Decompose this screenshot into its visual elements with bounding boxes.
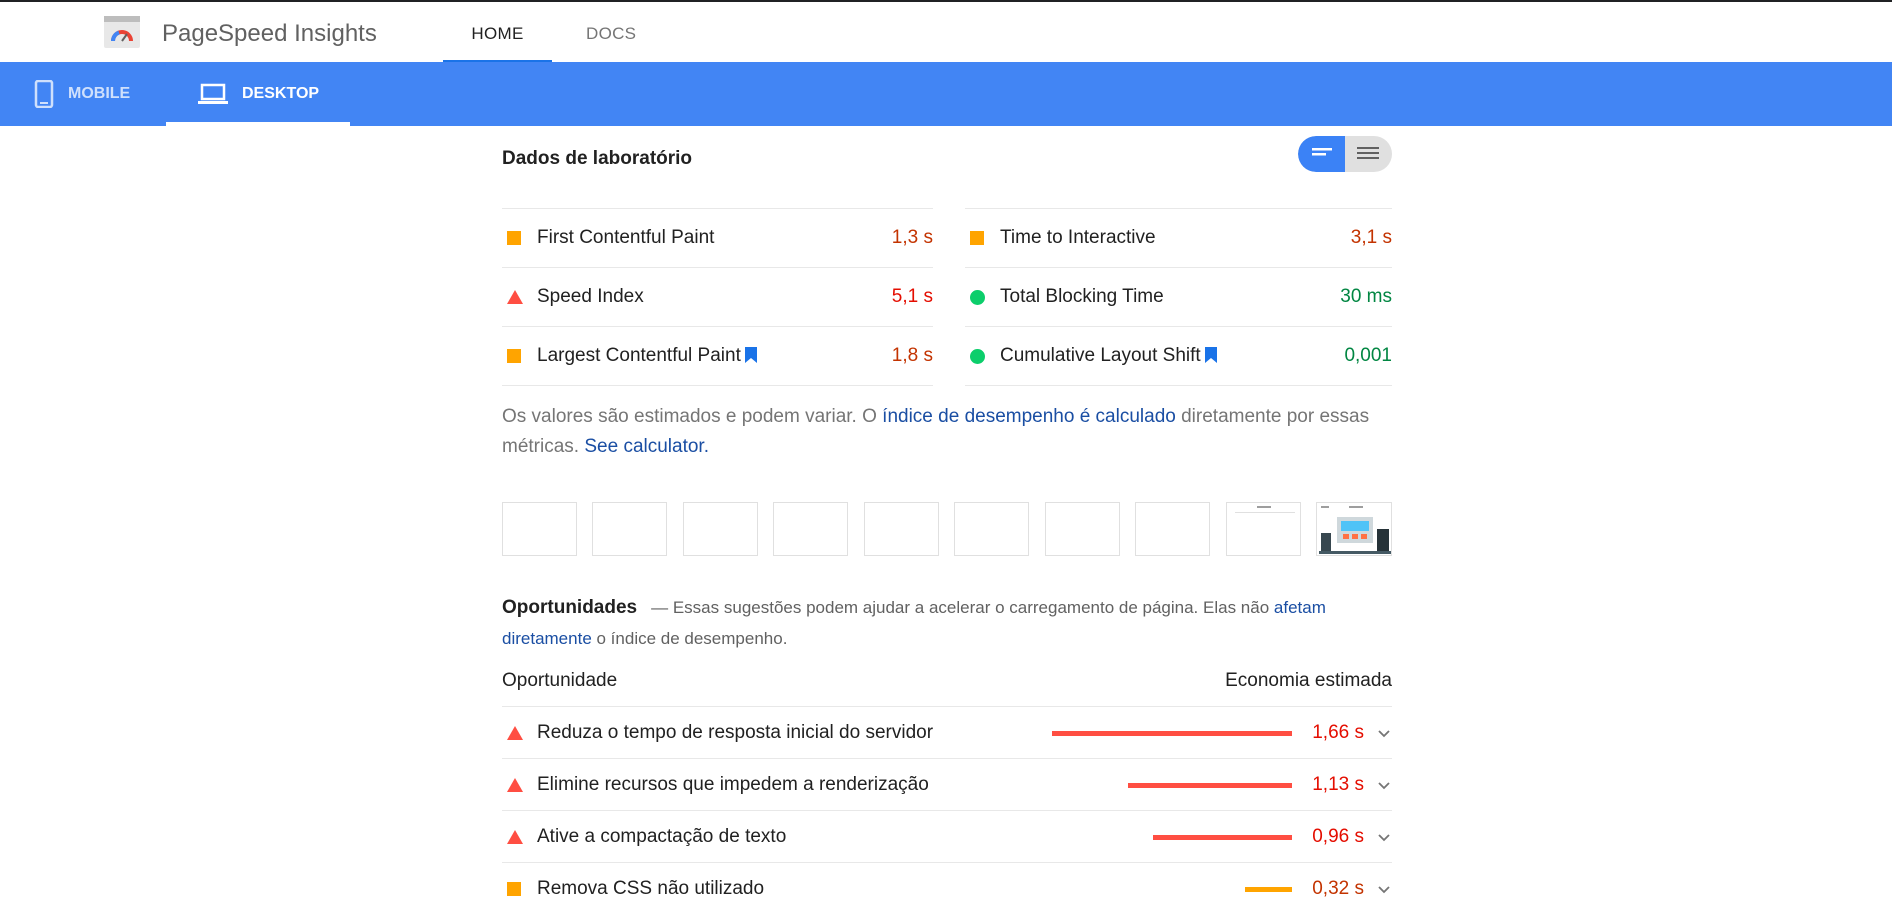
fail-triangle-icon	[507, 290, 523, 304]
filmstrip-frame	[1135, 502, 1210, 556]
nav-tab-home[interactable]: HOME	[443, 24, 552, 44]
bookmark-icon[interactable]	[1204, 347, 1217, 363]
opportunity-saving: 0,96 s	[1312, 826, 1364, 847]
metric-cumulative-layout-shift: Cumulative Layout Shift 0,001	[965, 326, 1392, 385]
divider	[965, 385, 1392, 386]
savings-bar	[1153, 835, 1292, 840]
metric-value: 3,1 s	[1350, 227, 1392, 248]
opportunity-row[interactable]: Elimine recursos que impedem a renderiza…	[502, 759, 1392, 811]
pass-circle-icon	[970, 290, 985, 305]
app-title: PageSpeed Insights	[162, 20, 377, 47]
filmstrip-thumbnail	[1235, 506, 1295, 513]
opportunity-saving: 0,32 s	[1312, 878, 1364, 899]
filmstrip-thumbnail	[1319, 506, 1391, 554]
metric-name: Cumulative Layout Shift	[1000, 345, 1201, 366]
device-active-indicator	[166, 122, 350, 126]
metric-value: 5,1 s	[891, 286, 933, 307]
savings-bar	[1245, 887, 1292, 892]
opportunity-name: Remova CSS não utilizado	[537, 878, 765, 899]
opportunities-description: — Essas sugestões podem ajudar a acelera…	[651, 598, 1274, 617]
note-text: Os valores são estimados e podem variar.…	[502, 406, 883, 427]
lab-data-title: Dados de laboratório	[502, 148, 693, 169]
filmstrip-frame	[864, 502, 939, 556]
expanded-list-icon	[1357, 147, 1379, 159]
savings-bar	[1052, 731, 1292, 736]
filmstrip-frame	[592, 502, 667, 556]
pass-circle-icon	[970, 349, 985, 364]
metric-speed-index: Speed Index 5,1 s	[502, 267, 933, 326]
tab-desktop[interactable]: DESKTOP	[166, 62, 350, 126]
opportunity-row[interactable]: Remova CSS não utilizado 0,32 s	[502, 863, 1392, 913]
filmstrip-frame	[1045, 502, 1120, 556]
lab-data-note: Os valores são estimados e podem variar.…	[502, 402, 1392, 462]
chevron-down-icon[interactable]	[1376, 725, 1392, 741]
opportunity-saving: 1,13 s	[1312, 774, 1364, 795]
savings-bar	[1128, 783, 1292, 788]
metric-name: Time to Interactive	[1000, 227, 1156, 248]
filmstrip-frame	[502, 502, 577, 556]
chevron-down-icon[interactable]	[1376, 881, 1392, 897]
average-square-icon	[507, 231, 521, 245]
tab-mobile-label: MOBILE	[68, 85, 131, 102]
fail-triangle-icon	[507, 778, 523, 792]
average-square-icon	[507, 349, 521, 363]
toggle-expanded-view[interactable]	[1345, 136, 1392, 172]
metric-first-contentful-paint: First Contentful Paint 1,3 s	[502, 208, 933, 267]
divider	[502, 385, 933, 386]
column-estimated-savings: Economia estimada	[1225, 670, 1392, 691]
opportunities-title: Oportunidades	[502, 597, 638, 618]
chevron-down-icon[interactable]	[1376, 829, 1392, 845]
filmstrip-frame	[773, 502, 848, 556]
average-square-icon	[507, 882, 521, 896]
toggle-compact-view[interactable]	[1298, 136, 1345, 172]
filmstrip	[502, 502, 1392, 556]
filmstrip-frame	[683, 502, 758, 556]
metric-value: 1,3 s	[891, 227, 933, 248]
performance-score-link[interactable]: índice de desempenho é calculado	[882, 406, 1176, 427]
metric-total-blocking-time: Total Blocking Time 30 ms	[965, 267, 1392, 326]
app-bar: PageSpeed Insights HOME DOCS	[0, 2, 1892, 63]
nav-tab-docs[interactable]: DOCS	[586, 24, 636, 44]
see-calculator-link[interactable]: See calculator.	[584, 436, 709, 457]
opportunity-row[interactable]: Ative a compactação de texto 0,96 s	[502, 811, 1392, 863]
pagespeed-logo-icon	[104, 16, 140, 48]
laptop-icon	[198, 83, 228, 104]
metric-name-wrap: Largest Contentful Paint	[537, 345, 757, 367]
metric-value: 0,001	[1344, 345, 1392, 366]
opportunities-header: Oportunidades — Essas sugestões podem aju…	[502, 592, 1392, 654]
metric-name: Speed Index	[537, 286, 644, 307]
metric-name: Largest Contentful Paint	[537, 345, 741, 366]
tab-mobile[interactable]: MOBILE	[34, 62, 130, 126]
metric-time-to-interactive: Time to Interactive 3,1 s	[965, 208, 1392, 267]
opportunities-description: o índice de desempenho.	[591, 629, 788, 648]
device-tab-bar: MOBILE DESKTOP	[0, 62, 1892, 126]
filmstrip-frame	[954, 502, 1029, 556]
opportunity-saving: 1,66 s	[1312, 722, 1364, 743]
opportunities-table-header: Oportunidade Economia estimada	[502, 670, 1392, 707]
metric-value: 30 ms	[1340, 286, 1392, 307]
average-square-icon	[970, 231, 984, 245]
tab-desktop-label: DESKTOP	[242, 85, 320, 102]
fail-triangle-icon	[507, 830, 523, 844]
fail-triangle-icon	[507, 726, 523, 740]
opportunity-name: Elimine recursos que impedem a renderiza…	[537, 774, 929, 795]
metric-value: 1,8 s	[891, 345, 933, 366]
bookmark-icon[interactable]	[744, 347, 757, 363]
smartphone-icon	[34, 80, 54, 108]
metric-name: First Contentful Paint	[537, 227, 715, 248]
chevron-down-icon[interactable]	[1376, 777, 1392, 793]
filmstrip-frame	[1226, 502, 1301, 556]
metric-name-wrap: Cumulative Layout Shift	[1000, 345, 1217, 367]
metrics-view-toggle[interactable]	[1298, 136, 1392, 172]
metric-name: Total Blocking Time	[1000, 286, 1164, 307]
metric-largest-contentful-paint: Largest Contentful Paint 1,8 s	[502, 326, 933, 385]
column-opportunity: Oportunidade	[502, 670, 618, 691]
opportunity-name: Ative a compactação de texto	[537, 826, 787, 847]
opportunity-name: Reduza o tempo de resposta inicial do se…	[537, 722, 934, 743]
compact-list-icon	[1312, 148, 1332, 156]
filmstrip-frame	[1316, 502, 1392, 556]
opportunity-row[interactable]: Reduza o tempo de resposta inicial do se…	[502, 707, 1392, 759]
